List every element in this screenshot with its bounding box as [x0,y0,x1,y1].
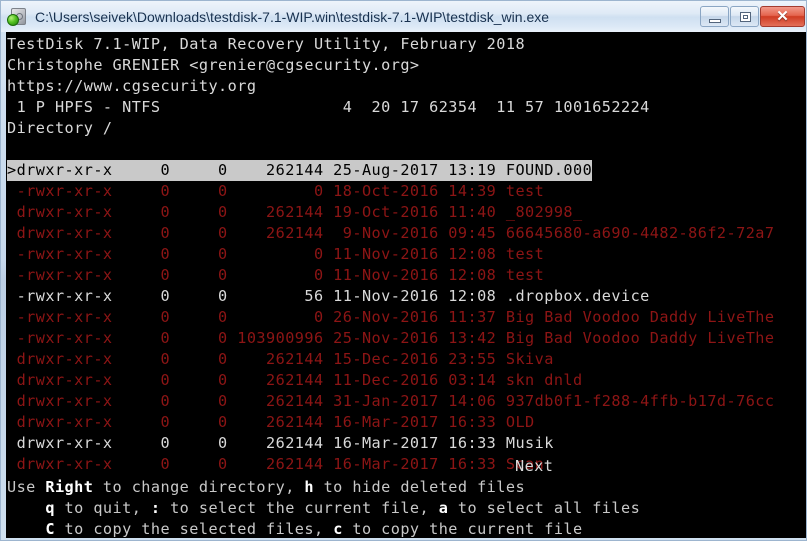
table-row[interactable]: -rwxr-xr-x 0 0 0 26-Nov-2016 11:37 Big B… [7,307,775,328]
close-button[interactable]: ✕ [760,6,805,27]
help-key-h: h [304,478,314,496]
console-line-author: Christophe GRENIER <grenier@cgsecurity.o… [7,56,420,74]
help-key-C-upper: C [45,520,55,538]
help-key-colon: : [150,499,161,517]
help-2-post: to select all files [448,499,641,517]
help-1-post: to hide deleted files [314,478,526,496]
help-line-2: q to quit, : to select the current file,… [7,498,640,519]
help-key-a: a [438,499,449,517]
help-2-mid2: to select the current file, [160,499,439,517]
green-ball-icon [7,13,19,26]
help-1-mid: to change directory, [93,478,305,496]
table-row[interactable]: drwxr-xr-x 0 0 262144 16-Mar-2017 16:33 … [7,412,535,433]
console-content: TestDisk 7.1-WIP, Data Recovery Utility,… [7,32,806,538]
help-key-q: q [45,499,55,517]
window-controls: ✕ [699,5,805,28]
help-line-3: C to copy the selected files, c to copy … [7,519,583,538]
help-3-pre [7,520,45,538]
help-3-mid: to copy the selected files, [54,520,334,538]
table-row[interactable]: -rwxr-xr-x 0 0 0 11-Nov-2016 12:08 test [7,265,544,286]
console-line-url: https://www.cgsecurity.org [7,77,257,95]
help-3-post: to copy the current file [342,520,583,538]
help-2-pre [7,499,45,517]
maximize-button[interactable] [730,6,759,27]
application-window: C:\Users\seivek\Downloads\testdisk-7.1-W… [0,0,807,541]
disk-app-icon [7,7,27,27]
window-title: C:\Users\seivek\Downloads\testdisk-7.1-W… [35,8,550,25]
maximize-icon [740,12,751,22]
console-line-partition: 1 P HPFS - NTFS 4 20 17 62354 11 57 1001… [7,98,650,116]
table-row[interactable]: drwxr-xr-x 0 0 262144 15-Dec-2016 23:55 … [7,349,554,370]
title-bar[interactable]: C:\Users\seivek\Downloads\testdisk-7.1-W… [1,1,806,32]
help-key-c-lower: c [333,520,343,538]
help-key-right: Right [45,478,94,496]
table-row[interactable]: drwxr-xr-x 0 0 262144 16-Mar-2017 16:33 … [7,454,544,475]
table-row[interactable]: -rwxr-xr-x 0 0 103900996 25-Nov-2016 13:… [7,328,775,349]
help-1-pre: Use [7,478,46,496]
table-row[interactable]: >drwxr-xr-x 0 0 262144 25-Aug-2017 13:19… [7,160,593,181]
close-icon: ✕ [776,8,789,25]
minimize-button[interactable] [700,6,729,27]
table-row[interactable]: -rwxr-xr-x 0 0 0 11-Nov-2016 12:08 test [7,244,544,265]
table-row[interactable]: drwxr-xr-x 0 0 262144 9-Nov-2016 09:45 6… [7,223,775,244]
help-2-mid: to quit, [54,499,151,517]
minimize-icon [709,19,721,23]
terminal-console[interactable]: TestDisk 7.1-WIP, Data Recovery Utility,… [6,32,806,538]
selected-row-text: >drwxr-xr-x 0 0 262144 25-Aug-2017 13:19… [7,160,593,181]
console-line-title: TestDisk 7.1-WIP, Data Recovery Utility,… [7,35,526,53]
table-row[interactable]: drwxr-xr-x 0 0 262144 31-Jan-2017 14:06 … [7,391,775,412]
table-row[interactable]: drwxr-xr-x 0 0 262144 11-Dec-2016 03:14 … [7,370,583,391]
table-row[interactable]: -rwxr-xr-x 0 0 0 18-Oct-2016 14:39 test [7,181,544,202]
table-row[interactable]: -rwxr-xr-x 0 0 56 11-Nov-2016 12:08 .dro… [7,286,650,307]
next-page-label[interactable]: Next [515,456,553,477]
table-row[interactable]: drwxr-xr-x 0 0 262144 16-Mar-2017 16:33 … [7,433,554,454]
console-line-directory: Directory / [7,119,113,137]
table-row[interactable]: drwxr-xr-x 0 0 262144 19-Oct-2016 11:40 … [7,202,583,223]
help-line-1: Use Right to change directory, h to hide… [7,477,525,498]
